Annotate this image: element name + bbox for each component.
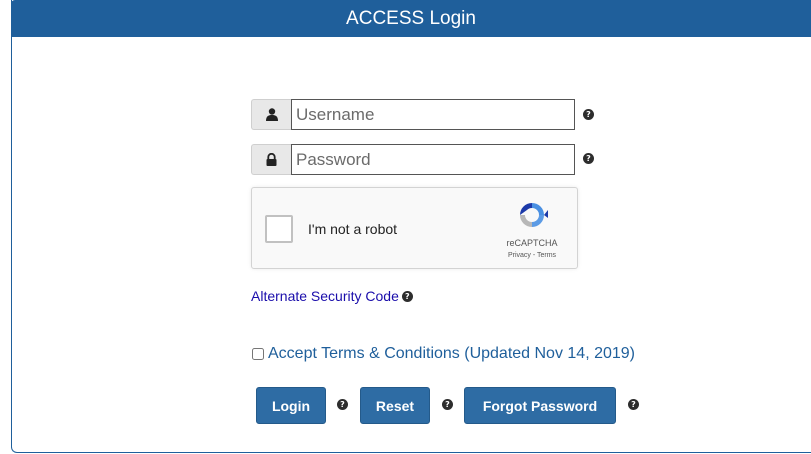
username-help-icon[interactable]: ?	[583, 109, 594, 120]
recaptcha-label: I'm not a robot	[308, 221, 398, 237]
recaptcha-widget: I'm not a robot reCAPTCHA Privacy - Term…	[251, 187, 578, 269]
user-icon	[251, 99, 291, 130]
accept-terms-checkbox[interactable]	[252, 348, 264, 360]
password-row	[251, 143, 575, 176]
alternate-security-code-label: Alternate Security Code	[251, 288, 399, 304]
terms-row: Accept Terms & Conditions (Updated Nov 1…	[252, 345, 635, 363]
reset-button[interactable]: Reset	[360, 387, 430, 424]
recaptcha-logo-icon	[520, 203, 548, 227]
recaptcha-privacy-terms-link[interactable]: Privacy - Terms	[492, 252, 572, 259]
page-title: ACCESS Login	[11, 0, 811, 37]
forgot-password-button[interactable]: Forgot Password	[464, 387, 616, 424]
lock-icon	[251, 144, 291, 175]
username-row	[251, 98, 575, 131]
forgot-password-help-icon[interactable]: ?	[628, 399, 639, 410]
accept-terms-label[interactable]: Accept Terms & Conditions (Updated Nov 1…	[268, 345, 635, 363]
login-button[interactable]: Login	[256, 387, 326, 424]
username-input[interactable]	[291, 99, 575, 130]
alternate-security-code-link[interactable]: Alternate Security Code ?	[251, 288, 413, 304]
login-help-icon[interactable]: ?	[337, 399, 348, 410]
password-input[interactable]	[291, 144, 575, 175]
alternate-security-help-icon[interactable]: ?	[401, 290, 413, 302]
password-help-icon[interactable]: ?	[583, 153, 594, 164]
recaptcha-brand: reCAPTCHA	[506, 238, 558, 248]
reset-help-icon[interactable]: ?	[442, 399, 453, 410]
recaptcha-checkbox[interactable]	[265, 215, 293, 243]
